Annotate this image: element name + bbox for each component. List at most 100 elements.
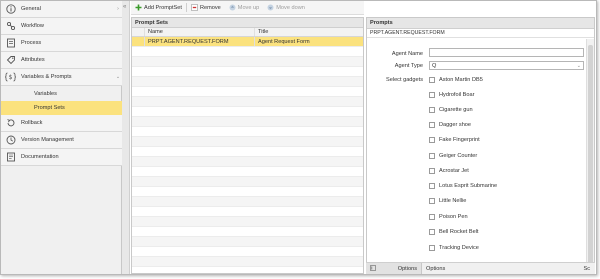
agent-name-label: Agent Name [391, 51, 423, 57]
gadget-option[interactable]: Geiger Counter [429, 151, 477, 160]
sidebar-item-general[interactable]: General › [1, 1, 122, 18]
options-text: Options [426, 265, 446, 272]
prompts-scrollbar[interactable] [586, 39, 594, 273]
shortcut-label: Sc [583, 265, 590, 272]
column-header-name[interactable]: Name [145, 28, 255, 36]
sidebar-item-attributes[interactable]: Attributes [1, 52, 122, 69]
sidebar-item-label: General [21, 6, 41, 12]
gadget-option[interactable]: Bell Rocket Belt [429, 227, 478, 236]
gadget-label: Dagger shoe [439, 121, 472, 128]
empty-row [132, 197, 363, 207]
empty-row [132, 127, 363, 137]
gadget-checkbox[interactable] [429, 228, 435, 235]
arrow-up-icon [229, 4, 236, 11]
agent-type-select[interactable]: Q ⌄ [429, 61, 584, 70]
gadget-option[interactable]: Poison Pen [429, 212, 468, 221]
gadget-checkbox[interactable] [429, 167, 435, 174]
empty-row [132, 107, 363, 117]
gadget-label: Bell Rocket Belt [439, 228, 479, 235]
collapse-icon: « [123, 4, 127, 10]
chevron-down-icon: ⌄ [115, 74, 121, 80]
gadget-option[interactable]: Tracking Device [429, 243, 479, 252]
gadget-checkbox[interactable] [429, 106, 435, 113]
scrollbar-thumb[interactable] [588, 45, 593, 265]
gadget-checkbox[interactable] [429, 213, 435, 220]
gadget-checkbox[interactable] [429, 182, 435, 189]
rollback-icon [5, 118, 16, 129]
gadget-label: Poison Pen [439, 213, 468, 220]
prompt-sets-grid: Prompt Sets Name Title PRPT.AGENT.REQUES… [131, 17, 364, 274]
gadget-checkbox[interactable] [429, 121, 435, 128]
empty-row [132, 177, 363, 187]
process-icon [5, 38, 16, 49]
empty-row [132, 247, 363, 257]
add-promptset-button[interactable]: Add PromptSet [135, 4, 182, 11]
options-button[interactable]: Options [366, 262, 422, 274]
sidebar-item-process[interactable]: Process [1, 35, 122, 52]
empty-row [132, 97, 363, 107]
gadget-checkbox[interactable] [429, 152, 435, 159]
sidebar-item-label: Rollback [21, 120, 43, 126]
info-icon [5, 4, 16, 15]
sidebar-subitem-prompt-sets[interactable]: Prompt Sets [1, 101, 122, 115]
empty-row [132, 47, 363, 57]
gadget-option[interactable]: Aston Martin DB5 [429, 75, 483, 84]
empty-row [132, 257, 363, 267]
row-selector[interactable] [132, 37, 145, 46]
attributes-icon [5, 55, 16, 66]
remove-label: Remove [199, 4, 221, 11]
agent-type-value: Q [432, 62, 437, 69]
move-up-button[interactable]: Move up [229, 4, 259, 11]
gadget-checkbox[interactable] [429, 76, 435, 83]
column-header-title[interactable]: Title [255, 28, 363, 36]
toolbar: Add PromptSet Remove Move up Move down [131, 1, 364, 15]
options-button-label: Options [397, 265, 417, 272]
empty-row [132, 147, 363, 157]
gadget-option[interactable]: Acrostar Jet [429, 166, 469, 175]
prompts-title: Prompts [367, 18, 594, 29]
sidebar-subitem-variables[interactable]: Variables [1, 87, 122, 101]
grid-header-row: Name Title [132, 28, 363, 37]
gadget-option[interactable]: Hydrofoil Boar [429, 90, 474, 99]
sidebar-item-label: Workflow [21, 23, 44, 29]
sidebar-item-workflow[interactable]: Workflow [1, 18, 122, 35]
gadget-option[interactable]: Fake Fingerprint [429, 135, 480, 144]
empty-row [132, 77, 363, 87]
gadget-option[interactable]: Little Nellie [429, 196, 466, 205]
add-promptset-label: Add PromptSet [144, 4, 182, 11]
empty-row [132, 227, 363, 237]
gadget-option[interactable]: Lotus Esprit Submarine [429, 181, 497, 190]
remove-icon [191, 4, 198, 11]
empty-row [132, 207, 363, 217]
select-gadgets-label: Select gadgets [385, 77, 423, 83]
remove-button[interactable]: Remove [191, 4, 221, 11]
sidebar-item-variables-prompts[interactable]: $ Variables & Prompts ⌄ [1, 69, 122, 86]
gadget-checkbox[interactable] [429, 244, 435, 251]
empty-row [132, 137, 363, 147]
documentation-icon [5, 152, 16, 163]
agent-name-field[interactable] [429, 48, 584, 57]
toolbar-divider [185, 3, 187, 12]
sidebar-item-label: Variables & Prompts [21, 74, 72, 80]
empty-row [132, 87, 363, 97]
empty-row [132, 157, 363, 167]
empty-row [132, 67, 363, 77]
empty-row [132, 117, 363, 127]
move-down-button[interactable]: Move down [267, 4, 305, 11]
sidebar-item-documentation[interactable]: Documentation [1, 149, 122, 166]
gadget-checkbox[interactable] [429, 136, 435, 143]
gadget-option[interactable]: Dagger shoe [429, 120, 471, 129]
sidebar-collapse-button[interactable]: « [122, 1, 130, 274]
move-down-label: Move down [276, 4, 305, 11]
sidebar-item-version-management[interactable]: Version Management [1, 132, 122, 149]
sidebar-subitem-label: Variables [34, 91, 57, 97]
gadget-label: Fake Fingerprint [439, 136, 480, 143]
options-toggle-icon [370, 264, 376, 273]
table-row[interactable]: PRPT.AGENT.REQUEST.FORM Agent Request Fo… [132, 37, 363, 47]
gadget-checkbox[interactable] [429, 91, 435, 98]
cell-name: PRPT.AGENT.REQUEST.FORM [145, 37, 255, 46]
gadget-checkbox[interactable] [429, 197, 435, 204]
grid-title: Prompt Sets [132, 18, 363, 28]
gadget-option[interactable]: Cigarette gun [429, 105, 473, 114]
sidebar-item-rollback[interactable]: Rollback [1, 115, 122, 132]
